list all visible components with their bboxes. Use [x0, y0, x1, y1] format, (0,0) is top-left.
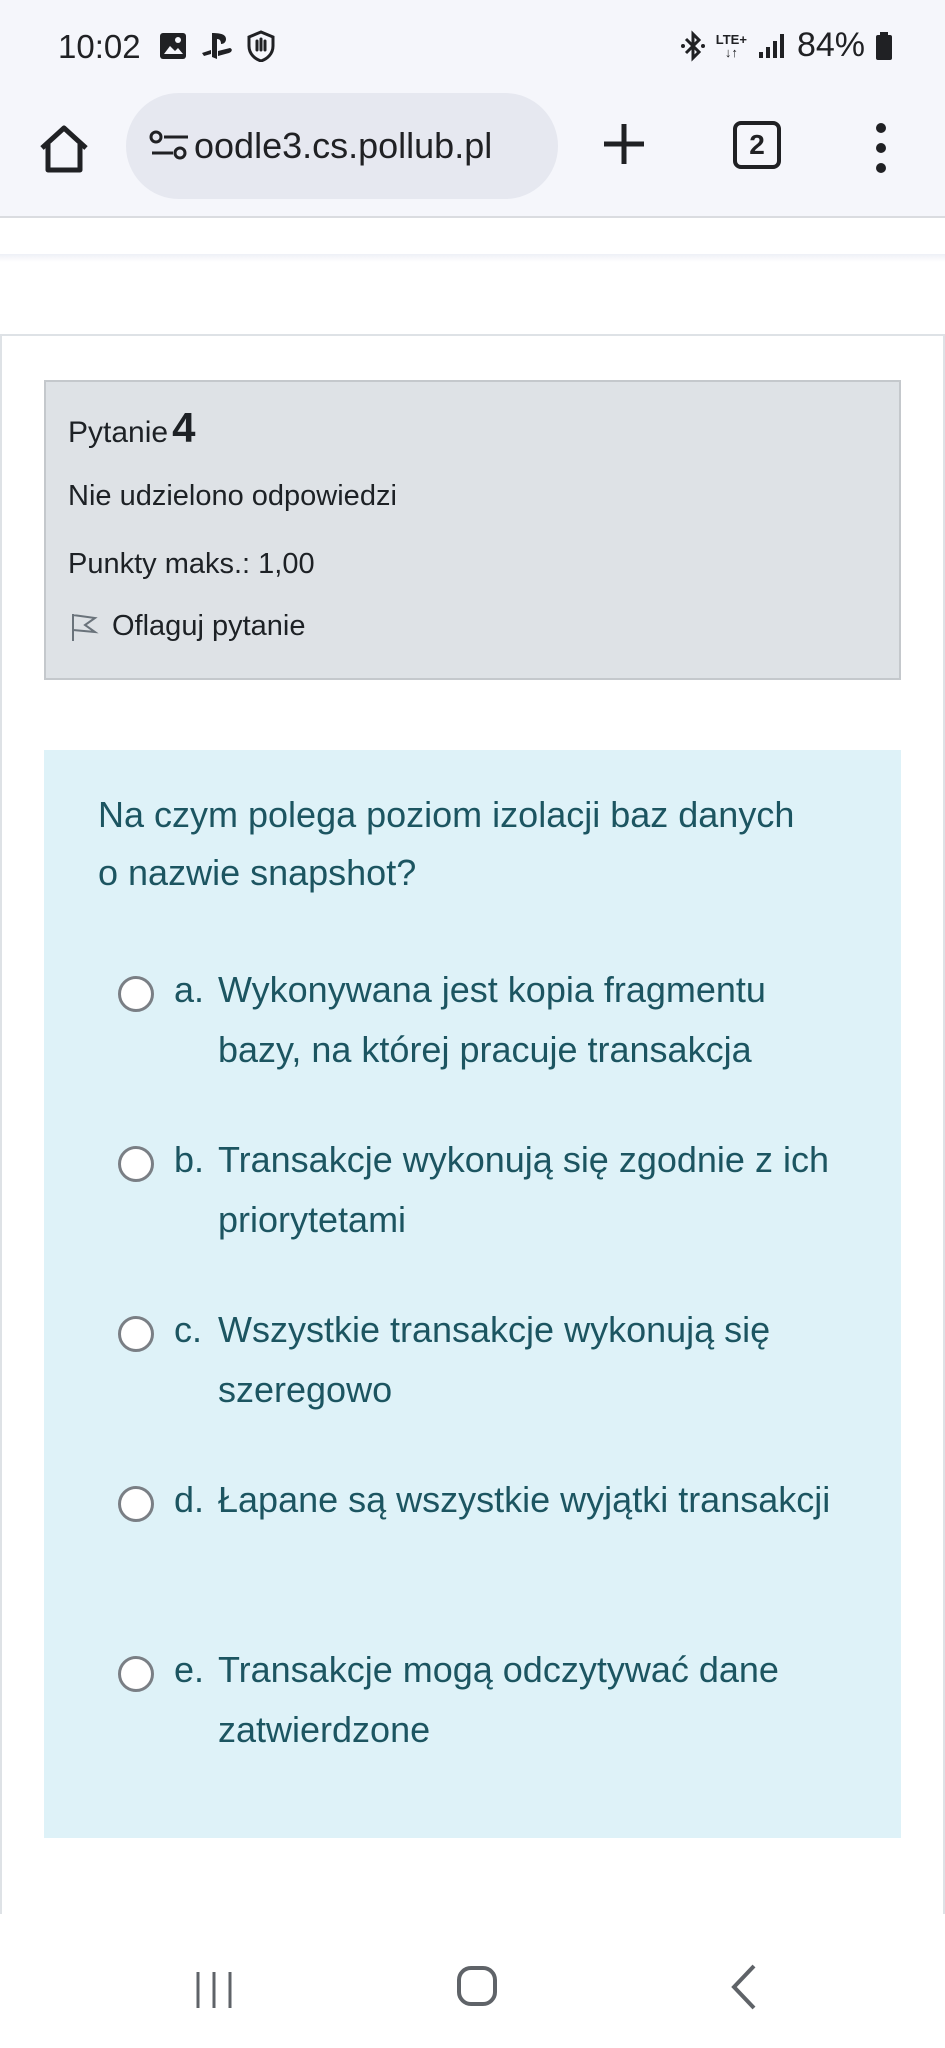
url-bar[interactable]: oodle3.cs.pollub.pl: [126, 93, 558, 199]
tab-switcher-button[interactable]: 2: [733, 121, 781, 169]
radio-button[interactable]: [118, 1146, 154, 1182]
home-icon[interactable]: [36, 120, 92, 176]
answer-letter: a.: [174, 969, 205, 1010]
shield-hand-icon: [247, 30, 275, 62]
status-system-icons: LTE+ ↓↑ 84%: [680, 26, 893, 65]
answer-letter: e.: [174, 1649, 205, 1690]
browser-toolbar: oodle3.cs.pollub.pl 2: [0, 90, 945, 218]
header-shadow: [0, 254, 945, 262]
home-nav-icon[interactable]: [455, 1964, 499, 2008]
question-formulation: Na czym polega poziom izolacji baz danyc…: [44, 750, 901, 1838]
radio-button[interactable]: [118, 1316, 154, 1352]
more-options-icon[interactable]: [866, 120, 896, 176]
answer-label[interactable]: Wszystkie transakcje wykonują się szereg…: [218, 1300, 838, 1420]
question-state: Nie udzielono odpowiedzi: [68, 480, 397, 512]
status-bar: 10:02 LTE+ ↓↑ 84%: [0, 0, 945, 90]
flag-question-link[interactable]: Oflaguj pytanie: [68, 610, 305, 643]
radio-button[interactable]: [118, 1656, 154, 1692]
flag-icon[interactable]: [68, 611, 100, 643]
radio-button[interactable]: [118, 976, 154, 1012]
back-icon[interactable]: [724, 1962, 764, 2012]
network-type-label: LTE+ ↓↑: [715, 31, 747, 60]
answer-letter: d.: [174, 1479, 205, 1520]
battery-icon: [876, 31, 892, 60]
answer-label[interactable]: Transakcje wykonują się zgodnie z ich pr…: [218, 1130, 838, 1250]
answer-letter: c.: [174, 1309, 203, 1350]
flag-question-label[interactable]: Oflaguj pytanie: [112, 610, 305, 643]
system-navigation-bar: [0, 1918, 945, 2048]
url-text[interactable]: oodle3.cs.pollub.pl: [194, 125, 550, 167]
answer-label[interactable]: Wykonywana jest kopia fragmentu bazy, na…: [218, 960, 838, 1080]
site-settings-icon[interactable]: [148, 127, 192, 163]
gallery-icon: [160, 33, 186, 59]
bluetooth-icon: [680, 29, 705, 62]
question-grade: Punkty maks.: 1,00: [68, 548, 315, 580]
battery-percent: 84%: [796, 26, 865, 64]
answer-letter: b.: [174, 1139, 205, 1180]
answer-label[interactable]: Transakcje mogą odczytywać dane zatwierd…: [218, 1640, 838, 1760]
answer-label[interactable]: Łapane są wszystkie wyjątki transakcji: [218, 1470, 838, 1530]
question-text: Na czym polega poziom izolacji baz danyc…: [98, 794, 795, 893]
status-time: 10:02: [58, 28, 141, 65]
new-tab-icon[interactable]: [598, 118, 650, 170]
signal-icon: [758, 33, 784, 58]
question-number: Pytanie4: [68, 404, 196, 451]
question-info-box: Pytanie4 Nie udzielono odpowiedzi Punkty…: [44, 380, 901, 680]
status-notification-icons: [158, 30, 276, 62]
recent-apps-icon[interactable]: [190, 1970, 238, 2010]
playstation-icon: [202, 33, 232, 59]
radio-button[interactable]: [118, 1486, 154, 1522]
